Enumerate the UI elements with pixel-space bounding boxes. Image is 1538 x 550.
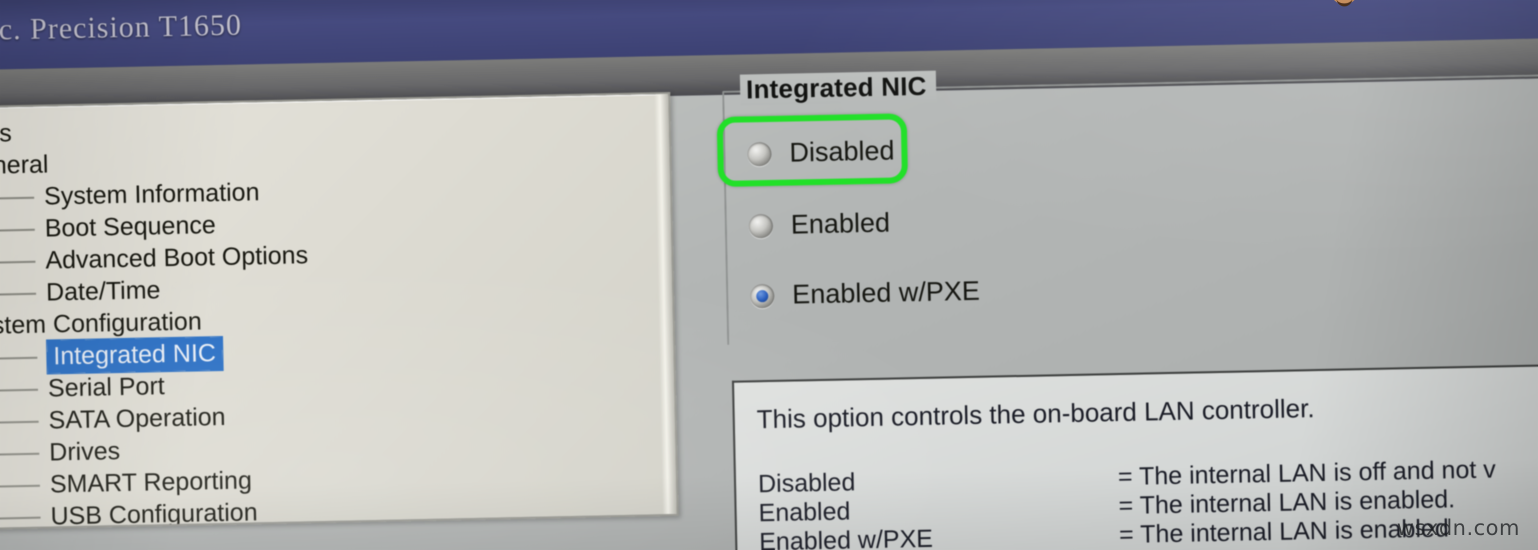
monitor-photo-frame: nc. Precision T1650 tings General System I… <box>0 0 1538 550</box>
sidebar-item-label: General <box>0 150 49 181</box>
sidebar-item-label: SMART Reporting <box>49 466 253 499</box>
settings-detail-pane: Integrated NIC Disabled Enabled Enabled w/… <box>698 70 1538 550</box>
tree-line-horizontal <box>0 260 36 264</box>
group-legend: Integrated NIC <box>739 70 937 106</box>
tree-line-horizontal <box>0 196 35 200</box>
bios-setup-screenshot: nc. Precision T1650 tings General System I… <box>0 0 1538 550</box>
radio-option-enabled-w-pxe[interactable]: Enabled w/PXE <box>750 276 980 312</box>
radio-option-label: Enabled <box>790 207 891 240</box>
sidebar-item-label: Boot Sequence <box>44 211 217 243</box>
description-heading: This option controls the on-board LAN co… <box>756 393 1315 435</box>
radio-option-disabled[interactable]: Disabled <box>747 135 895 169</box>
sidebar-item-label: Date/Time <box>45 276 161 307</box>
tree-line-horizontal <box>0 292 37 296</box>
radio-option-label: Disabled <box>789 135 895 168</box>
radio-option-enabled[interactable]: Enabled <box>748 207 891 242</box>
tree-line-horizontal <box>0 452 40 456</box>
window-title: nc. Precision T1650 <box>0 8 243 47</box>
radio-option-label: Enabled w/PXE <box>791 275 981 310</box>
tree-line-horizontal <box>0 516 41 520</box>
sidebar-item-label: Integrated NIC <box>47 337 223 374</box>
sidebar-item-label: SATA Operation <box>48 402 226 435</box>
tree-line-horizontal <box>0 484 40 488</box>
sidebar-item-label: Serial Port <box>47 372 165 403</box>
tree-line-horizontal <box>0 228 35 232</box>
settings-tree-list: tings General System Information Boot Seque… <box>0 101 314 530</box>
appuals-mascot-icon <box>1320 0 1367 9</box>
tree-line-horizontal <box>0 356 38 360</box>
sidebar-item-label: System Configuration <box>0 307 202 341</box>
radio-button-icon[interactable] <box>750 283 775 308</box>
tree-line-horizontal <box>0 388 39 392</box>
sidebar-item-label: Advanced Boot Options <box>45 241 309 275</box>
sidebar-item-label: System Information <box>43 178 260 211</box>
radio-button-icon[interactable] <box>747 141 772 166</box>
tree-line-horizontal <box>0 420 39 424</box>
settings-tree-panel[interactable]: tings General System Information Boot Seque… <box>0 91 679 531</box>
site-watermark: wsxdn.com <box>1396 516 1520 540</box>
sidebar-item-label: tings <box>0 119 12 149</box>
radio-button-icon[interactable] <box>748 213 774 238</box>
appuals-wordmark: PPUALS <box>1368 0 1538 4</box>
sidebar-item-label: Drives <box>48 437 121 467</box>
